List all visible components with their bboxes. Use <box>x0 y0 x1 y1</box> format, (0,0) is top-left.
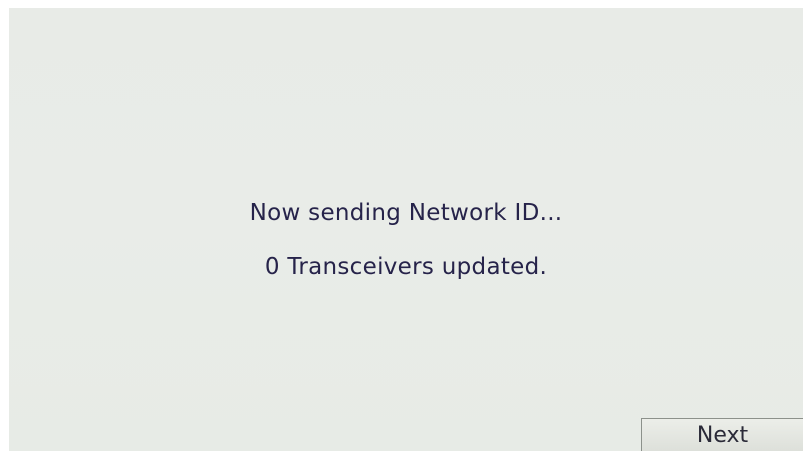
next-button[interactable]: Next <box>641 418 803 451</box>
sending-status-text: Now sending Network ID... <box>249 200 563 226</box>
device-frame: Now sending Network ID... 0 Transceivers… <box>0 0 811 459</box>
device-screen: Now sending Network ID... 0 Transceivers… <box>9 8 803 451</box>
transceivers-updated-text: 0 Transceivers updated. <box>264 254 548 280</box>
